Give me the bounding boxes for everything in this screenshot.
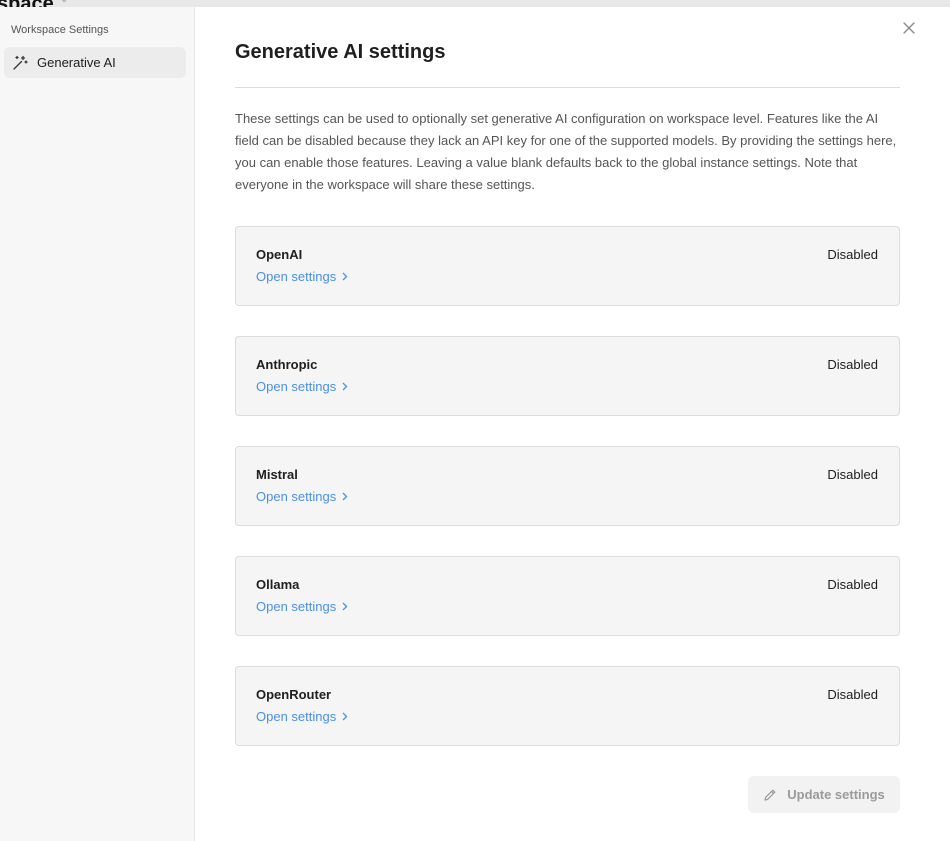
- provider-name: Mistral: [256, 467, 298, 482]
- close-button[interactable]: [901, 22, 917, 38]
- open-settings-link-openrouter[interactable]: Open settings: [256, 709, 348, 724]
- open-settings-link-mistral[interactable]: Open settings: [256, 489, 348, 504]
- provider-name: OpenRouter: [256, 687, 332, 702]
- close-icon: [903, 21, 915, 39]
- provider-status: Disabled: [827, 247, 878, 262]
- settings-description: These settings can be used to optionally…: [235, 111, 897, 192]
- provider-status: Disabled: [827, 687, 878, 702]
- provider-status: Disabled: [827, 467, 878, 482]
- provider-status: Disabled: [827, 357, 878, 372]
- background-chevron-down-icon: ⌄: [60, 0, 68, 5]
- page-title: Generative AI settings: [235, 41, 446, 63]
- provider-card-openrouter: OpenRouter Disabled Open settings: [235, 666, 900, 746]
- open-settings-label: Open settings: [256, 489, 337, 504]
- sidebar-heading: Workspace Settings: [11, 24, 109, 36]
- open-settings-label: Open settings: [256, 709, 337, 724]
- open-settings-label: Open settings: [256, 269, 337, 284]
- chevron-right-icon: [342, 712, 348, 721]
- chevron-right-icon: [342, 492, 348, 501]
- provider-name: Anthropic: [256, 357, 318, 372]
- open-settings-label: Open settings: [256, 379, 337, 394]
- chevron-right-icon: [342, 382, 348, 391]
- sidebar-item-generative-ai[interactable]: Generative AI: [4, 47, 186, 78]
- sidebar-item-label: Generative AI: [37, 55, 116, 70]
- chevron-right-icon: [342, 602, 348, 611]
- provider-status: Disabled: [827, 577, 878, 592]
- title-divider: [235, 87, 900, 88]
- settings-modal: Workspace Settings Generative AI Generat…: [0, 7, 950, 841]
- chevron-right-icon: [342, 272, 348, 281]
- provider-card-ollama: Ollama Disabled Open settings: [235, 556, 900, 636]
- open-settings-link-openai[interactable]: Open settings: [256, 269, 348, 284]
- background-app-strip: [0, 0, 950, 7]
- open-settings-link-ollama[interactable]: Open settings: [256, 599, 348, 614]
- magic-wand-icon: [12, 55, 28, 71]
- settings-sidebar: Workspace Settings Generative AI: [0, 7, 195, 841]
- provider-name: Ollama: [256, 577, 300, 592]
- open-settings-label: Open settings: [256, 599, 337, 614]
- provider-card-anthropic: Anthropic Disabled Open settings: [235, 336, 900, 416]
- update-settings-label: Update settings: [787, 787, 885, 802]
- open-settings-link-anthropic[interactable]: Open settings: [256, 379, 348, 394]
- provider-name: OpenAI: [256, 247, 303, 262]
- update-settings-button[interactable]: Update settings: [748, 776, 900, 813]
- pencil-icon: [763, 788, 777, 802]
- provider-card-mistral: Mistral Disabled Open settings: [235, 446, 900, 526]
- provider-card-openai: OpenAI Disabled Open settings: [235, 226, 900, 306]
